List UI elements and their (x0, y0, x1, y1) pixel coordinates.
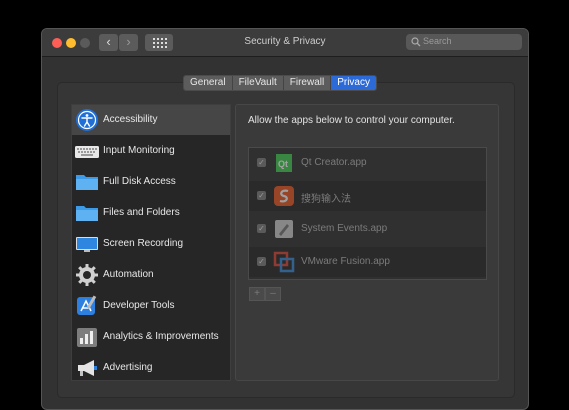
sidebar-item-accessibility[interactable]: Accessibility (72, 105, 230, 135)
search-icon (411, 37, 421, 47)
vmware-fusion-icon (273, 251, 295, 273)
gear-icon (76, 264, 98, 286)
search-field[interactable]: Search (406, 34, 522, 50)
app-checkbox[interactable]: ✓ (257, 257, 266, 266)
developer-tools-icon (77, 295, 97, 315)
sidebar-item-label: Accessibility (103, 114, 158, 125)
app-row-qt-creator: ✓ Qt Qt Creator.app (249, 148, 486, 178)
tab-privacy[interactable]: Privacy (331, 76, 376, 90)
title-bar: ‹ › Security & Privacy Search (42, 29, 528, 57)
sidebar-item-label: Screen Recording (103, 238, 184, 249)
preferences-window: ‹ › Security & Privacy Search General Fi… (41, 28, 529, 410)
privacy-category-list: Accessibility Input Monitoring Full Disk… (71, 104, 231, 381)
sogou-input-icon (274, 186, 294, 206)
folder-icon (76, 175, 98, 190)
sidebar-item-input-monitoring[interactable]: Input Monitoring (72, 136, 230, 166)
tab-general[interactable]: General (184, 76, 233, 90)
sidebar-item-files-and-folders[interactable]: Files and Folders (72, 198, 230, 228)
svg-text:Qt: Qt (278, 159, 288, 169)
remove-app-button[interactable]: – (265, 287, 281, 301)
tab-firewall[interactable]: Firewall (283, 76, 332, 90)
display-icon (76, 237, 98, 252)
folder-icon (76, 206, 98, 221)
app-checkbox[interactable]: ✓ (257, 224, 266, 233)
app-name: 搜狗输入法 (301, 194, 351, 205)
sidebar-item-label: Files and Folders (103, 207, 180, 218)
app-name: System Events.app (301, 223, 388, 234)
system-events-icon (275, 220, 293, 238)
tab-filevault[interactable]: FileVault (232, 76, 284, 90)
sidebar-item-label: Full Disk Access (103, 176, 176, 187)
app-checkbox[interactable]: ✓ (257, 191, 266, 200)
pane-heading: Allow the apps below to control your com… (248, 115, 455, 126)
add-app-button[interactable]: + (249, 287, 265, 301)
sidebar-item-analytics[interactable]: Analytics & Improvements (72, 322, 230, 352)
sidebar-item-label: Advertising (103, 362, 153, 373)
app-list: ✓ Qt Qt Creator.app ✓ 搜狗输入法 ✓ System Eve… (248, 147, 487, 280)
keyboard-icon (75, 146, 99, 158)
sidebar-item-advertising[interactable]: Advertising (72, 353, 230, 383)
app-row-vmware-fusion: ✓ VMware Fusion.app (249, 247, 486, 277)
qt-creator-icon: Qt (276, 154, 292, 172)
sidebar-item-screen-recording[interactable]: Screen Recording (72, 229, 230, 259)
sidebar-item-automation[interactable]: Automation (72, 260, 230, 290)
search-placeholder: Search (423, 36, 452, 46)
accessibility-icon (76, 109, 98, 131)
sidebar-item-label: Developer Tools (103, 300, 175, 311)
app-row-sogou: ✓ 搜狗输入法 (249, 181, 486, 211)
sidebar-item-label: Automation (103, 269, 154, 280)
sidebar-item-developer-tools[interactable]: Developer Tools (72, 291, 230, 321)
tab-bar: General FileVault Firewall Privacy (183, 75, 377, 91)
app-name: Qt Creator.app (301, 157, 367, 168)
megaphone-icon (78, 360, 97, 376)
sidebar-item-full-disk-access[interactable]: Full Disk Access (72, 167, 230, 197)
app-row-system-events: ✓ System Events.app (249, 214, 486, 244)
analytics-icon (77, 328, 97, 347)
sidebar-item-label: Input Monitoring (103, 145, 175, 156)
app-name: VMware Fusion.app (301, 256, 390, 267)
app-checkbox[interactable]: ✓ (257, 158, 266, 167)
sidebar-item-label: Analytics & Improvements (103, 331, 219, 342)
